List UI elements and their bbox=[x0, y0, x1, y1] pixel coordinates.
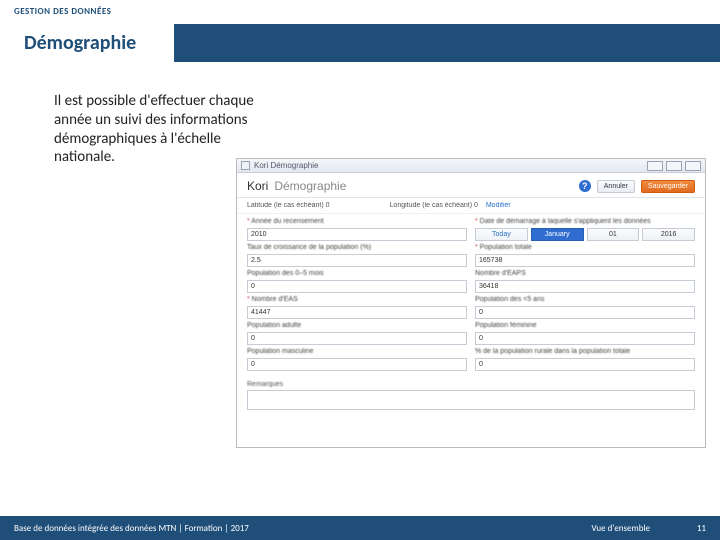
male-input[interactable]: 0 bbox=[247, 358, 467, 371]
lon-value: 0 bbox=[474, 202, 478, 209]
remarks-block: Remarques bbox=[247, 381, 695, 410]
breadcrumb-root: Kori bbox=[247, 179, 268, 193]
footer-section: Vue d'ensemble bbox=[591, 523, 650, 534]
adult-label: Population adulte bbox=[247, 322, 467, 329]
cancel-button[interactable]: Annuler bbox=[597, 180, 635, 193]
remarks-textarea[interactable] bbox=[247, 390, 695, 410]
year-input[interactable]: 2010 bbox=[247, 228, 467, 241]
screenshot-panel: Kori Démographie Kori Démographie ? Annu… bbox=[236, 158, 706, 448]
remarks-label: Remarques bbox=[247, 381, 695, 388]
date-picker: Today January 01 2016 bbox=[475, 228, 695, 241]
rural-input[interactable]: 0 bbox=[475, 358, 695, 371]
window-title: Kori Démographie bbox=[254, 161, 318, 170]
form-right-column: Date de démarrage à laquelle s'appliquen… bbox=[475, 218, 695, 371]
breadcrumb-page: Démographie bbox=[274, 179, 346, 193]
popu5-input[interactable]: 0 bbox=[475, 306, 695, 319]
form-body: Année du recensement 2010 Taux de croiss… bbox=[237, 214, 705, 375]
popf-label: Population féminine bbox=[475, 322, 695, 329]
edit-link[interactable]: Modifier bbox=[486, 202, 511, 209]
eas-input[interactable]: 41447 bbox=[247, 306, 467, 319]
footer-left: Base de données intégrée des données MTN… bbox=[14, 523, 249, 534]
save-button[interactable]: Sauvegarder bbox=[641, 180, 695, 193]
pop05-label: Population des 0–5 mois bbox=[247, 270, 467, 277]
window-maximize-button[interactable] bbox=[666, 161, 682, 171]
window-app-icon bbox=[241, 161, 250, 170]
startdate-label: Date de démarrage à laquelle s'appliquen… bbox=[475, 218, 695, 225]
window-close-button[interactable] bbox=[685, 161, 701, 171]
rural-label: % de la population rurale dans la popula… bbox=[475, 348, 695, 355]
poptotal-label: Population totale bbox=[475, 244, 695, 251]
male-label: Population masculine bbox=[247, 348, 467, 355]
eas-label: Nombre d'EAS bbox=[247, 296, 467, 303]
adult-input[interactable]: 0 bbox=[247, 332, 467, 345]
popf-input[interactable]: 0 bbox=[475, 332, 695, 345]
lon-label: Longitude (le cas échéant) bbox=[390, 202, 473, 209]
date-year-select[interactable]: 2016 bbox=[642, 228, 695, 241]
body-paragraph: Il est possible d'effectuer chaque année… bbox=[54, 92, 274, 167]
poptotal-input[interactable]: 165738 bbox=[475, 254, 695, 267]
date-day-select[interactable]: 01 bbox=[587, 228, 640, 241]
eyebrow-label: GESTION DES DONNÉES bbox=[14, 6, 111, 17]
window-minimize-button[interactable] bbox=[647, 161, 663, 171]
eaps-input[interactable]: 36418 bbox=[475, 280, 695, 293]
year-label: Année du recensement bbox=[247, 218, 467, 225]
popu5-label: Population des <5 ans bbox=[475, 296, 695, 303]
date-month-select[interactable]: January bbox=[531, 228, 584, 241]
footer-page-number: 11 bbox=[680, 523, 706, 534]
title-cutout: Démographie bbox=[14, 24, 174, 62]
screenshot-header: Kori Démographie ? Annuler Sauvegarder bbox=[237, 173, 705, 198]
growth-input[interactable]: 2.5 bbox=[247, 254, 467, 267]
lat-value: 0 bbox=[326, 202, 330, 209]
eaps-label: Nombre d'EAPS bbox=[475, 270, 695, 277]
latlon-row: Latitude (le cas échéant) 0 Longitude (l… bbox=[237, 198, 705, 214]
date-today-button[interactable]: Today bbox=[475, 228, 528, 241]
page-title: Démographie bbox=[24, 31, 136, 55]
lat-label: Latitude (le cas échéant) bbox=[247, 202, 324, 209]
form-left-column: Année du recensement 2010 Taux de croiss… bbox=[247, 218, 467, 371]
help-icon[interactable]: ? bbox=[579, 180, 591, 192]
growth-label: Taux de croissance de la population (%) bbox=[247, 244, 467, 251]
slide-footer: Base de données intégrée des données MTN… bbox=[0, 516, 720, 540]
window-chrome: Kori Démographie bbox=[237, 159, 705, 173]
pop05-input[interactable]: 0 bbox=[247, 280, 467, 293]
